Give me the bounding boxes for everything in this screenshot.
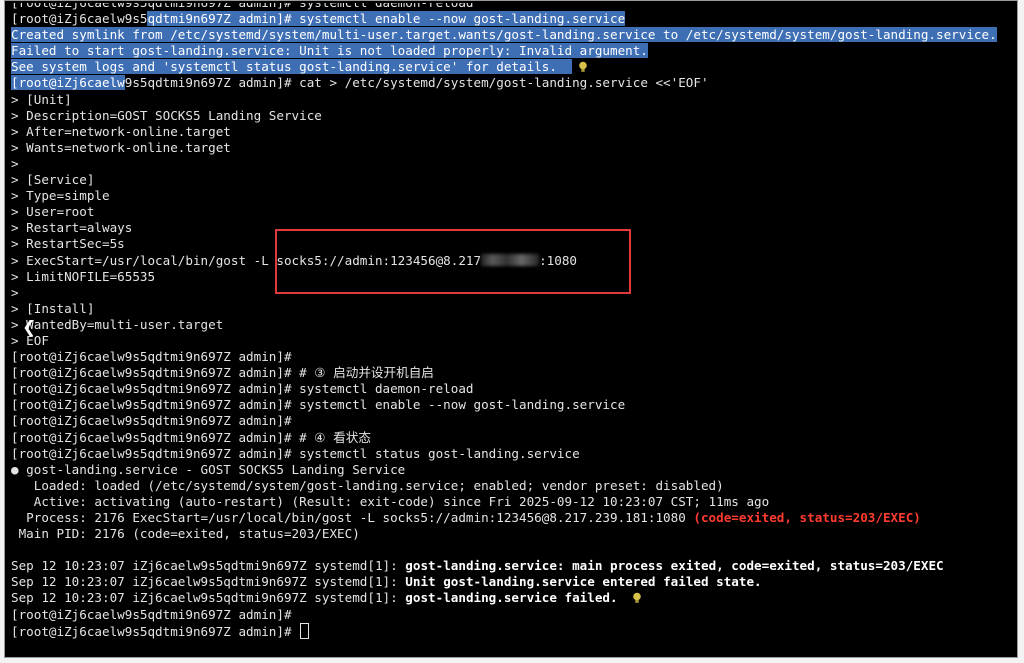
terminal-line: Failed to start gost-landing.service: Un…: [11, 43, 1017, 59]
terminal-line: Main PID: 2176 (code=exited, status=203/…: [11, 526, 360, 542]
terminal-line: > WantedBy=multi-user.target: [11, 316, 224, 332]
terminal-line: [root@iZj6caelw9s5qdtmi9n697Z admin]#: [11, 349, 292, 365]
terminal-line: Sep 12 10:23:07 iZj6caelw9s5qdtmi9n697Z …: [11, 558, 1017, 574]
error-status: (code=exited, status=203/EXEC): [693, 510, 921, 525]
terminal-line: > Type=simple: [11, 188, 110, 204]
chevron-left-icon[interactable]: ❮: [19, 317, 39, 337]
terminal-line: [root@iZj6caelw9s5qdtmi9n697Z admin]# sy…: [11, 0, 474, 10]
line-text: Sep 12 10:23:07 iZj6caelw9s5qdtmi9n697Z …: [11, 590, 406, 606]
terminal-prompt[interactable]: [root@iZj6caelw9s5qdtmi9n697Z admin]#: [11, 622, 1017, 639]
log-message: gost-landing.service failed.: [405, 590, 618, 606]
terminal-line: > Wants=network-online.target: [11, 139, 231, 155]
terminal-line: ● gost-landing.service - GOST SOCKS5 Lan…: [11, 461, 406, 477]
terminal-line: > [Install]: [11, 300, 95, 316]
terminal-line: [root@iZj6caelw9s5qdtmi9n697Z admin]# # …: [11, 365, 434, 381]
selected-text: Created symlink from /etc/systemd/system…: [11, 27, 997, 43]
terminal-line: [root@iZj6caelw9s5qdtmi9n697Z admin]# sy…: [11, 11, 1017, 27]
terminal-line: [root@iZj6caelw9s5qdtmi9n697Z admin]# sy…: [11, 381, 474, 397]
line-text: Sep 12 10:23:07 iZj6caelw9s5qdtmi9n697Z …: [11, 558, 406, 574]
terminal-line: >: [11, 155, 19, 171]
terminal-line: Created symlink from /etc/systemd/system…: [11, 27, 1017, 43]
terminal-line: Process: 2176 ExecStart=/usr/local/bin/g…: [11, 510, 1017, 526]
line-text: 9s5qdtmi9n697Z admin]# cat > /etc/system…: [124, 75, 709, 91]
selected-text: See system logs and 'systemctl status go…: [11, 59, 557, 75]
lightbulb-icon: [632, 593, 641, 604]
terminal-line: [root@iZj6caelw9s5qdtmi9n697Z admin]# # …: [11, 429, 371, 445]
terminal-line: > EOF: [11, 332, 49, 348]
terminal-line: Sep 12 10:23:07 iZj6caelw9s5qdtmi9n697Z …: [11, 590, 1017, 606]
selected-text: Failed to start gost-landing.service: Un…: [11, 43, 648, 59]
terminal-line: > User=root: [11, 204, 95, 220]
terminal-line: See system logs and 'systemctl status go…: [11, 59, 1017, 75]
terminal-line: [root@iZj6caelw9s5qdtmi9n697Z admin]# sy…: [11, 397, 626, 413]
terminal-line: [root@iZj6caelw9s5qdtmi9n697Z admin]#: [11, 606, 292, 622]
terminal-line: [root@iZj6caelw9s5qdtmi9n697Z admin]#: [11, 413, 292, 429]
line-text: Process: 2176 ExecStart=/usr/local/bin/g…: [11, 510, 694, 525]
terminal-line: Active: activating (auto-restart) (Resul…: [11, 493, 770, 509]
terminal-line: > Description=GOST SOCKS5 Landing Servic…: [11, 107, 322, 123]
selected-text: qdtmi9n697Z admin]# systemctl enable --n…: [147, 11, 626, 27]
prompt-text: [root@iZj6caelw9s5qdtmi9n697Z admin]#: [11, 623, 300, 639]
terminal-line: > [Unit]: [11, 91, 72, 107]
line-text: [root@iZj6caelw9s5: [11, 11, 148, 27]
selected-text: [root@iZj6caelw: [11, 75, 125, 91]
text-cursor: [300, 622, 310, 639]
terminal-line: Loaded: loaded (/etc/systemd/system/gost…: [11, 477, 724, 493]
line-text: Sep 12 10:23:07 iZj6caelw9s5qdtmi9n697Z …: [11, 574, 406, 590]
terminal-line: Sep 12 10:23:07 iZj6caelw9s5qdtmi9n697Z …: [11, 574, 1017, 590]
log-message: Unit gost-landing.service entered failed…: [405, 574, 762, 590]
terminal-line: [root@iZj6caelw9s5qdtmi9n697Z admin]# ca…: [11, 75, 1017, 91]
log-message: gost-landing.service: main process exite…: [405, 558, 944, 574]
terminal-line: [root@iZj6caelw9s5qdtmi9n697Z admin]# sy…: [11, 445, 580, 461]
annotation-highlight-box: [275, 229, 631, 294]
terminal-output: [root@iZj6caelw9s5qdtmi9n697Z admin]# sy…: [11, 0, 1017, 639]
terminal-line: > After=network-online.target: [11, 123, 231, 139]
lightbulb-icon: [579, 62, 587, 73]
terminal-line: > [Service]: [11, 172, 95, 188]
terminal-window[interactable]: [root@iZj6caelw9s5qdtmi9n697Z admin]# sy…: [4, 0, 1018, 658]
